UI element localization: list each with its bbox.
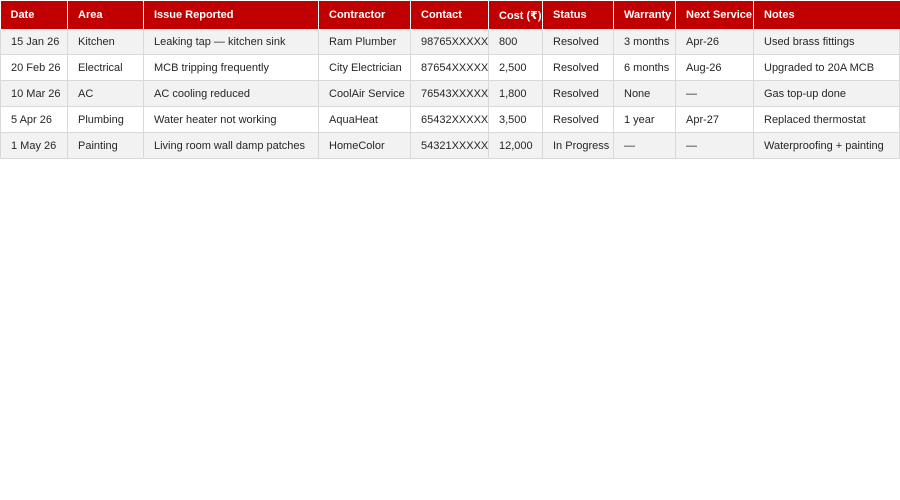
- cell-warranty[interactable]: —: [613, 132, 676, 159]
- cell-notes[interactable]: Gas top-up done: [753, 80, 900, 107]
- column-header-area[interactable]: Area: [67, 1, 144, 29]
- column-header-issue[interactable]: Issue Reported: [143, 1, 319, 29]
- cell-contact[interactable]: 54321XXXXX: [410, 132, 489, 159]
- cell-issue[interactable]: AC cooling reduced: [143, 80, 319, 107]
- maintenance-log-table: Date Area Issue Reported Contractor Cont…: [0, 1, 900, 159]
- cell-area[interactable]: Painting: [67, 132, 144, 159]
- cell-contractor[interactable]: HomeColor: [318, 132, 411, 159]
- cell-contact[interactable]: 87654XXXXX: [410, 54, 489, 81]
- cell-date[interactable]: 20 Feb 26: [0, 54, 68, 81]
- cell-area[interactable]: AC: [67, 80, 144, 107]
- cell-warranty[interactable]: None: [613, 80, 676, 107]
- table-row: 10 Mar 26 AC AC cooling reduced CoolAir …: [0, 80, 900, 107]
- cell-contractor[interactable]: AquaHeat: [318, 106, 411, 133]
- cell-contact[interactable]: 76543XXXXX: [410, 80, 489, 107]
- table-row: 15 Jan 26 Kitchen Leaking tap — kitchen …: [0, 29, 900, 55]
- column-header-notes[interactable]: Notes: [753, 1, 900, 29]
- column-header-next-service[interactable]: Next Service: [675, 1, 754, 29]
- cell-area[interactable]: Plumbing: [67, 106, 144, 133]
- cell-contractor[interactable]: City Electrician: [318, 54, 411, 81]
- cell-cost[interactable]: 12,000: [488, 132, 543, 159]
- column-header-contact[interactable]: Contact: [410, 1, 489, 29]
- cell-issue[interactable]: MCB tripping frequently: [143, 54, 319, 81]
- cell-contact[interactable]: 98765XXXXX: [410, 29, 489, 55]
- column-header-cost[interactable]: Cost (₹): [488, 1, 543, 29]
- cell-issue[interactable]: Leaking tap — kitchen sink: [143, 29, 319, 55]
- cell-notes[interactable]: Upgraded to 20A MCB: [753, 54, 900, 81]
- cell-status[interactable]: Resolved: [542, 80, 614, 107]
- cell-notes[interactable]: Used brass fittings: [753, 29, 900, 55]
- table-row: 5 Apr 26 Plumbing Water heater not worki…: [0, 106, 900, 133]
- column-header-warranty[interactable]: Warranty: [613, 1, 676, 29]
- column-header-status[interactable]: Status: [542, 1, 614, 29]
- cell-cost[interactable]: 2,500: [488, 54, 543, 81]
- cell-status[interactable]: Resolved: [542, 29, 614, 55]
- cell-date[interactable]: 15 Jan 26: [0, 29, 68, 55]
- cell-cost[interactable]: 3,500: [488, 106, 543, 133]
- column-header-contractor[interactable]: Contractor: [318, 1, 411, 29]
- cell-next-service[interactable]: Apr-27: [675, 106, 754, 133]
- cell-issue[interactable]: Living room wall damp patches: [143, 132, 319, 159]
- cell-warranty[interactable]: 3 months: [613, 29, 676, 55]
- cell-status[interactable]: Resolved: [542, 106, 614, 133]
- cell-date[interactable]: 1 May 26: [0, 132, 68, 159]
- table-row: 1 May 26 Painting Living room wall damp …: [0, 132, 900, 159]
- cell-cost[interactable]: 800: [488, 29, 543, 55]
- cell-cost[interactable]: 1,800: [488, 80, 543, 107]
- cell-contractor[interactable]: Ram Plumber: [318, 29, 411, 55]
- cell-notes[interactable]: Replaced thermostat: [753, 106, 900, 133]
- cell-next-service[interactable]: Apr-26: [675, 29, 754, 55]
- cell-area[interactable]: Kitchen: [67, 29, 144, 55]
- cell-status[interactable]: Resolved: [542, 54, 614, 81]
- column-header-date[interactable]: Date: [0, 1, 68, 29]
- cell-date[interactable]: 5 Apr 26: [0, 106, 68, 133]
- table-row: 20 Feb 26 Electrical MCB tripping freque…: [0, 54, 900, 81]
- cell-date[interactable]: 10 Mar 26: [0, 80, 68, 107]
- cell-issue[interactable]: Water heater not working: [143, 106, 319, 133]
- cell-notes[interactable]: Waterproofing + painting: [753, 132, 900, 159]
- cell-status[interactable]: In Progress: [542, 132, 614, 159]
- cell-contact[interactable]: 65432XXXXX: [410, 106, 489, 133]
- cell-contractor[interactable]: CoolAir Service: [318, 80, 411, 107]
- cell-warranty[interactable]: 6 months: [613, 54, 676, 81]
- cell-next-service[interactable]: Aug-26: [675, 54, 754, 81]
- header-row: Date Area Issue Reported Contractor Cont…: [0, 1, 900, 29]
- maintenance-log-sheet: Date Area Issue Reported Contractor Cont…: [0, 1, 900, 159]
- cell-next-service[interactable]: —: [675, 80, 754, 107]
- cell-next-service[interactable]: —: [675, 132, 754, 159]
- cell-area[interactable]: Electrical: [67, 54, 144, 81]
- cell-warranty[interactable]: 1 year: [613, 106, 676, 133]
